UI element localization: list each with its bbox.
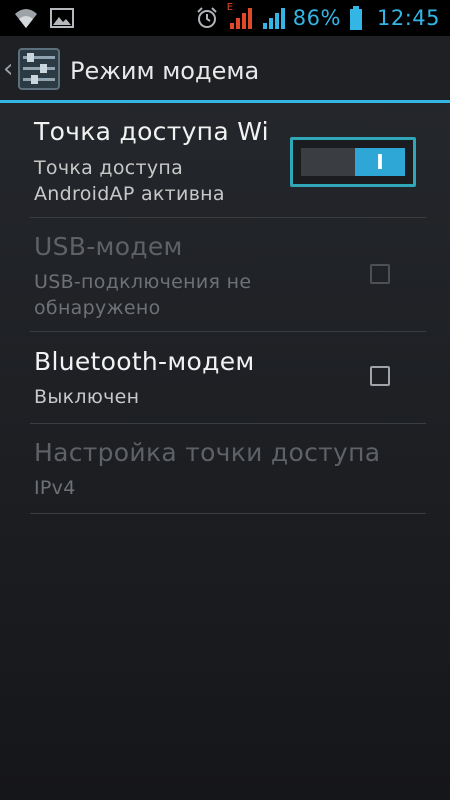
switch-thumb: I (355, 148, 405, 176)
status-bar-system: E 86% 12:45 (195, 2, 440, 32)
image-icon (50, 8, 74, 28)
action-bar-accent-divider (0, 100, 450, 103)
back-caret-icon[interactable]: ‹ (3, 56, 13, 82)
status-bar: E 86% 12:45 (0, 0, 450, 36)
pref-summary-wifi-hotspot: Точка доступа AndroidAP активна (34, 157, 225, 205)
wifi-icon (15, 9, 37, 28)
pref-title-bluetooth-modem: Bluetooth-модем (34, 347, 255, 376)
divider (30, 423, 426, 424)
tethering-screen: E 86% 12:45 ‹ Режим модема Точка доступа… (0, 0, 450, 800)
status-bar-notifications (14, 6, 74, 30)
battery-icon (349, 6, 362, 30)
pref-title-hotspot-settings: Настройка точки доступа (34, 438, 381, 467)
alarm-icon (197, 7, 217, 28)
pref-summary-usb-modem: USB-подключения не обнаружено (34, 271, 252, 319)
battery-percent: 86% (292, 6, 341, 30)
page-title: Режим модема (70, 57, 260, 85)
pref-title-wifi-hotspot: Точка доступа Wi (34, 117, 269, 146)
clock: 12:45 (376, 6, 440, 30)
wifi-hotspot-switch[interactable]: I (290, 137, 416, 187)
divider (30, 217, 426, 218)
signal-icon-2 (262, 8, 285, 29)
bluetooth-modem-checkbox[interactable] (370, 366, 390, 386)
usb-modem-checkbox (370, 264, 390, 284)
divider (30, 513, 426, 514)
pref-summary-hotspot-settings: IPv4 (34, 477, 76, 499)
pref-title-usb-modem: USB-модем (34, 232, 183, 261)
network-type-label: E (226, 2, 234, 13)
divider (30, 331, 426, 332)
signal-icon: E (226, 2, 253, 31)
settings-icon[interactable] (18, 48, 60, 90)
pref-summary-bluetooth-modem: Выключен (34, 386, 140, 408)
